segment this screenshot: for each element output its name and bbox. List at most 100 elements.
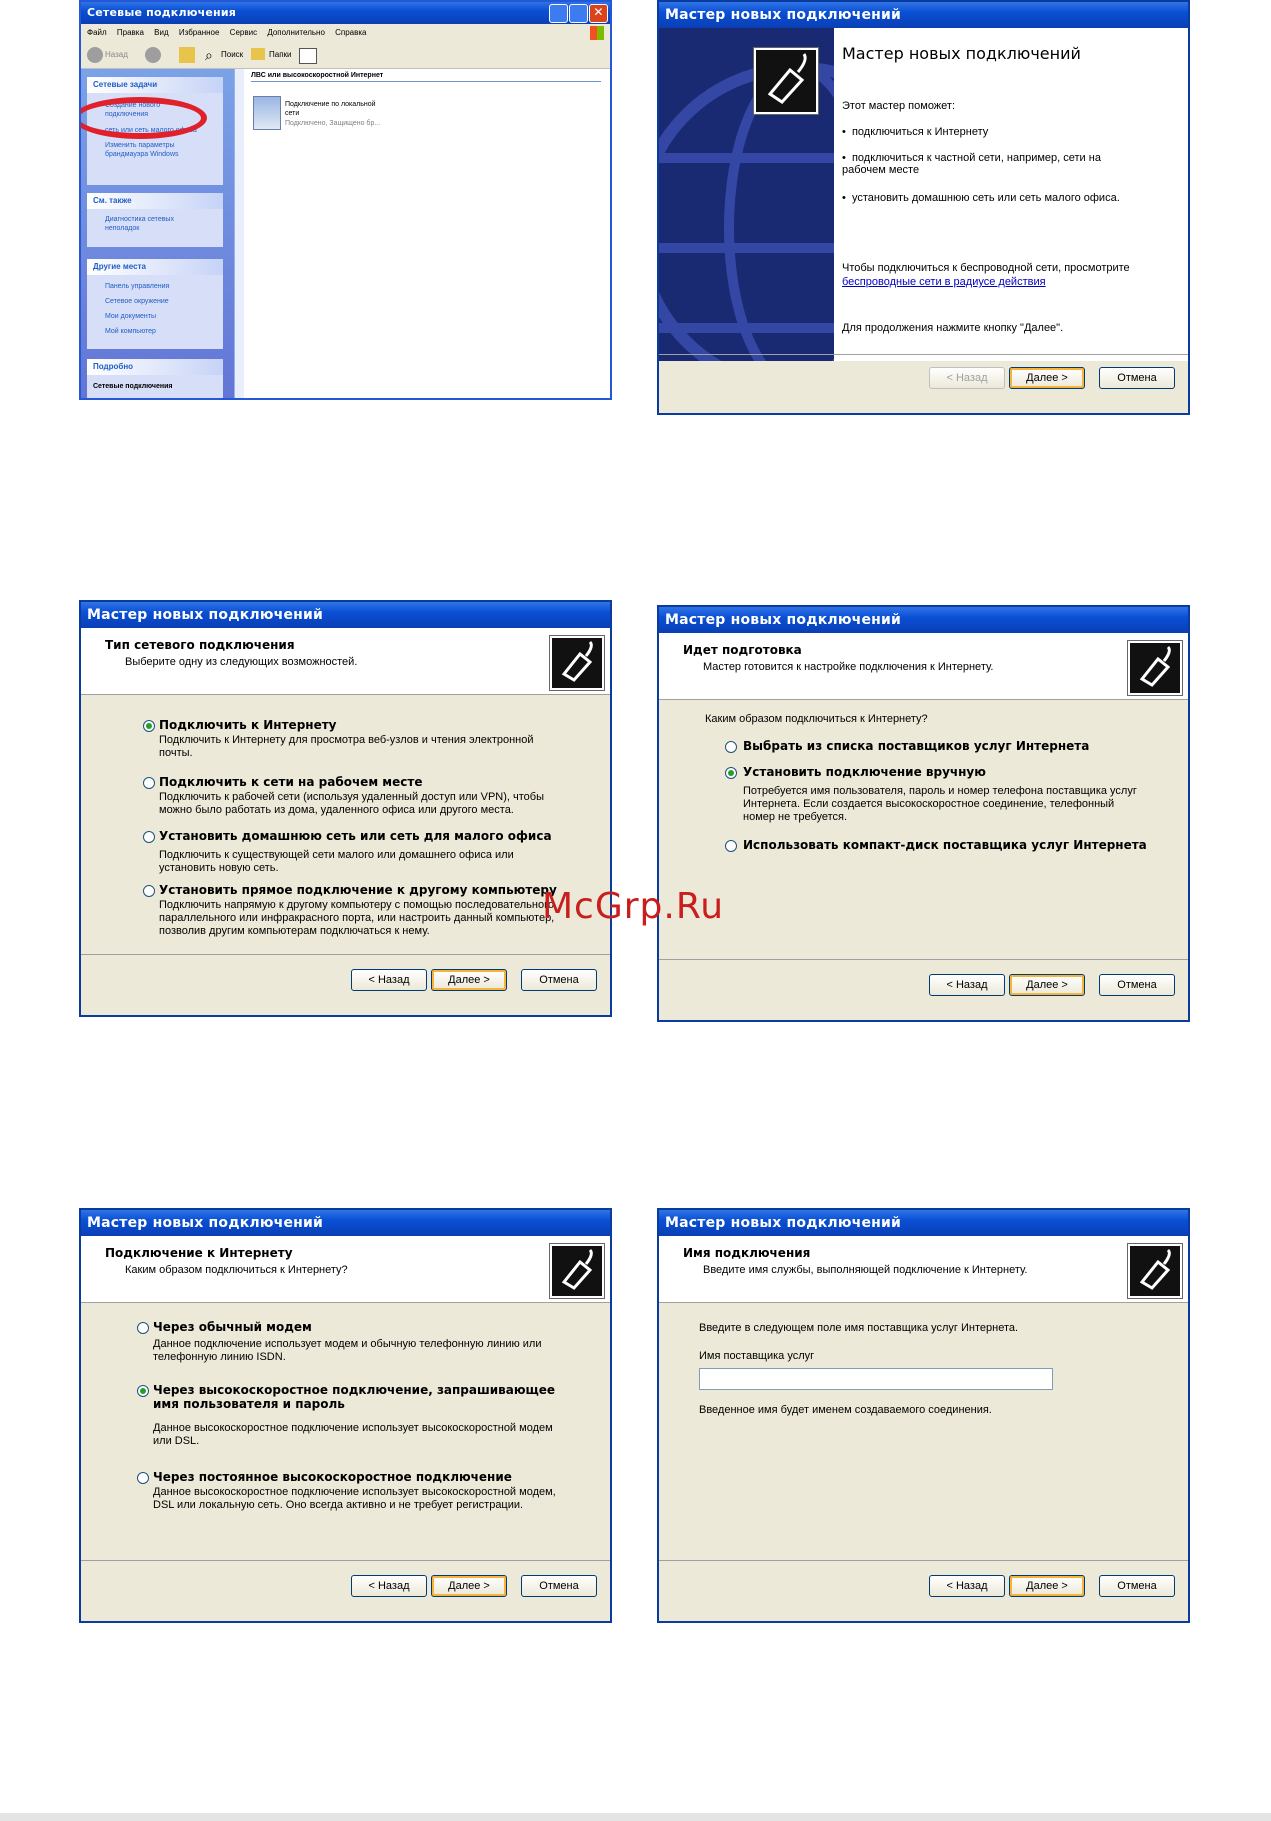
isp-name-label: Имя поставщика услуг [699,1350,815,1362]
explorer-titlebar: Сетевые подключения ✕ [81,2,610,24]
details-item: Сетевые подключения [93,383,173,390]
button-bar: < Назад Далее > Отмена [81,1560,610,1621]
control-panel-link[interactable]: Панель управления [105,283,169,290]
option-home-network-radio[interactable] [143,831,155,843]
close-icon[interactable]: ✕ [589,4,608,23]
menu-view[interactable]: Вид [154,28,168,37]
back-button[interactable]: < Назад [351,1575,427,1597]
task-firewall[interactable]: Изменить параметры брандмауэра Windows [105,141,205,159]
option-direct-radio[interactable] [143,885,155,897]
option-isp-cd-label[interactable]: Использовать компакт-диск поставщика усл… [743,838,1147,852]
panel-header[interactable]: См. также [87,193,223,209]
bullet-icon: • [842,152,852,164]
bullet-3-text: установить домашнюю сеть или сеть малого… [851,192,1120,204]
welcome-wizard-dialog: Мастер новых подключений Мастер новых по… [657,0,1190,415]
back-button[interactable]: Назад [105,42,128,68]
panel-header[interactable]: Сетевые задачи [87,77,223,93]
welcome-content: Мастер новых подключений Этот мастер пом… [834,28,1188,361]
option-workplace-radio[interactable] [143,777,155,789]
header-subtitle: Каким образом подключиться к Интернету? [125,1264,348,1276]
back-button[interactable]: < Назад [929,1575,1005,1597]
wizard-titlebar: Мастер новых подключений [81,1210,610,1236]
back-icon[interactable] [87,47,103,63]
option-internet-radio[interactable] [143,720,155,732]
search-icon[interactable]: ⌕ [205,46,213,64]
menu-file[interactable]: Файл [87,28,107,37]
next-button[interactable]: Далее > [1009,1575,1085,1597]
wizard-header: Имя подключения Введите имя службы, выпо… [659,1236,1188,1303]
next-button[interactable]: Далее > [1009,974,1085,996]
option-direct-desc: Подключить напрямую к другому компьютеру… [159,899,558,937]
forward-icon[interactable] [145,47,161,63]
header-title: Идет подготовка [683,643,802,657]
wizard-header: Тип сетевого подключения Выберите одну и… [81,628,610,695]
panel-header[interactable]: Другие места [87,259,223,275]
network-connection-icon[interactable] [253,96,281,130]
header-subtitle: Выберите одну из следующих возможностей. [125,656,358,668]
group-header: ЛВС или высокоскоростной Интернет [251,72,601,82]
wizard-heading: Мастер новых подключений [842,44,1081,63]
option-highspeed-auth-desc: Данное высокоскоростное подключение испо… [153,1422,553,1447]
menu-advanced[interactable]: Дополнительно [267,28,325,37]
option-isp-list-radio[interactable] [725,741,737,753]
option-workplace-label[interactable]: Подключить к сети на рабочем месте [159,775,422,789]
option-modem-radio[interactable] [137,1322,149,1334]
menu-help[interactable]: Справка [335,28,366,37]
option-direct-label[interactable]: Установить прямое подключение к другому … [159,883,557,897]
search-button[interactable]: Поиск [221,42,243,68]
panel-header[interactable]: Подробно [87,359,223,375]
task-pane: Сетевые задачи Создание нового подключен… [81,69,237,398]
menu-tools[interactable]: Сервис [230,28,257,37]
menu-edit[interactable]: Правка [117,28,144,37]
option-isp-list-label[interactable]: Выбрать из списка поставщиков услуг Инте… [743,739,1089,753]
diagnostics-link[interactable]: Диагностика сетевых неполадок [105,215,185,233]
isp-name-input[interactable] [699,1368,1053,1390]
button-bar: < Назад Далее > Отмена [659,959,1188,1020]
connection-name[interactable]: Подключение по локальной сети [285,100,389,118]
views-icon[interactable] [299,48,317,64]
cancel-button[interactable]: Отмена [521,969,597,991]
menu-favorites[interactable]: Избранное [179,28,220,37]
option-manual-radio[interactable] [725,767,737,779]
cancel-button[interactable]: Отмена [1099,1575,1175,1597]
option-isp-cd-radio[interactable] [725,840,737,852]
option-always-on-radio[interactable] [137,1472,149,1484]
wizard-titlebar: Мастер новых подключений [659,2,1188,28]
option-home-network-label[interactable]: Установить домашнюю сеть или сеть для ма… [159,829,552,843]
my-computer-link[interactable]: Мой компьютер [105,328,156,335]
header-title: Подключение к Интернету [105,1246,293,1260]
folders-icon[interactable] [251,48,265,60]
next-button[interactable]: Далее > [431,1575,507,1597]
connection-status: Подключено, Защищено бр... [285,120,381,127]
option-manual-label[interactable]: Установить подключение вручную [743,765,986,779]
next-button[interactable]: Далее > [431,969,507,991]
wizard-titlebar: Мастер новых подключений [81,602,610,628]
cancel-button[interactable]: Отмена [521,1575,597,1597]
cancel-button[interactable]: Отмена [1099,367,1175,389]
network-places-link[interactable]: Сетевое окружение [105,298,169,305]
header-title: Имя подключения [683,1246,811,1260]
back-button[interactable]: < Назад [929,974,1005,996]
option-highspeed-auth-label[interactable]: Через высокоскоростное подключение, запр… [153,1383,563,1411]
option-highspeed-auth-radio[interactable] [137,1385,149,1397]
my-documents-link[interactable]: Мои документы [105,313,156,320]
up-folder-icon[interactable] [179,47,195,63]
highlight-ring [81,97,207,139]
scrollbar[interactable] [234,69,244,398]
next-button[interactable]: Далее > [1009,367,1085,389]
folders-button[interactable]: Папки [269,42,292,68]
option-always-on-label[interactable]: Через постоянное высокоскоростное подклю… [153,1470,512,1484]
wizard-titlebar: Мастер новых подключений [659,1210,1188,1236]
maximize-icon[interactable] [569,4,588,23]
bullet-3: • установить домашнюю сеть или сеть мало… [842,192,1120,204]
connection-type-dialog: Мастер новых подключений Тип сетевого по… [79,600,612,1017]
option-modem-label[interactable]: Через обычный модем [153,1320,312,1334]
back-button[interactable]: < Назад [929,367,1005,389]
back-button[interactable]: < Назад [351,969,427,991]
bullet-2-text: подключиться к частной сети, например, с… [842,152,1101,176]
minimize-icon[interactable] [549,4,568,23]
cancel-button[interactable]: Отмена [1099,974,1175,996]
wireless-link[interactable]: беспроводные сети в радиусе действия [842,276,1046,288]
option-internet-label[interactable]: Подключить к Интернету [159,718,337,732]
header-subtitle: Мастер готовится к настройке подключения… [703,661,994,673]
